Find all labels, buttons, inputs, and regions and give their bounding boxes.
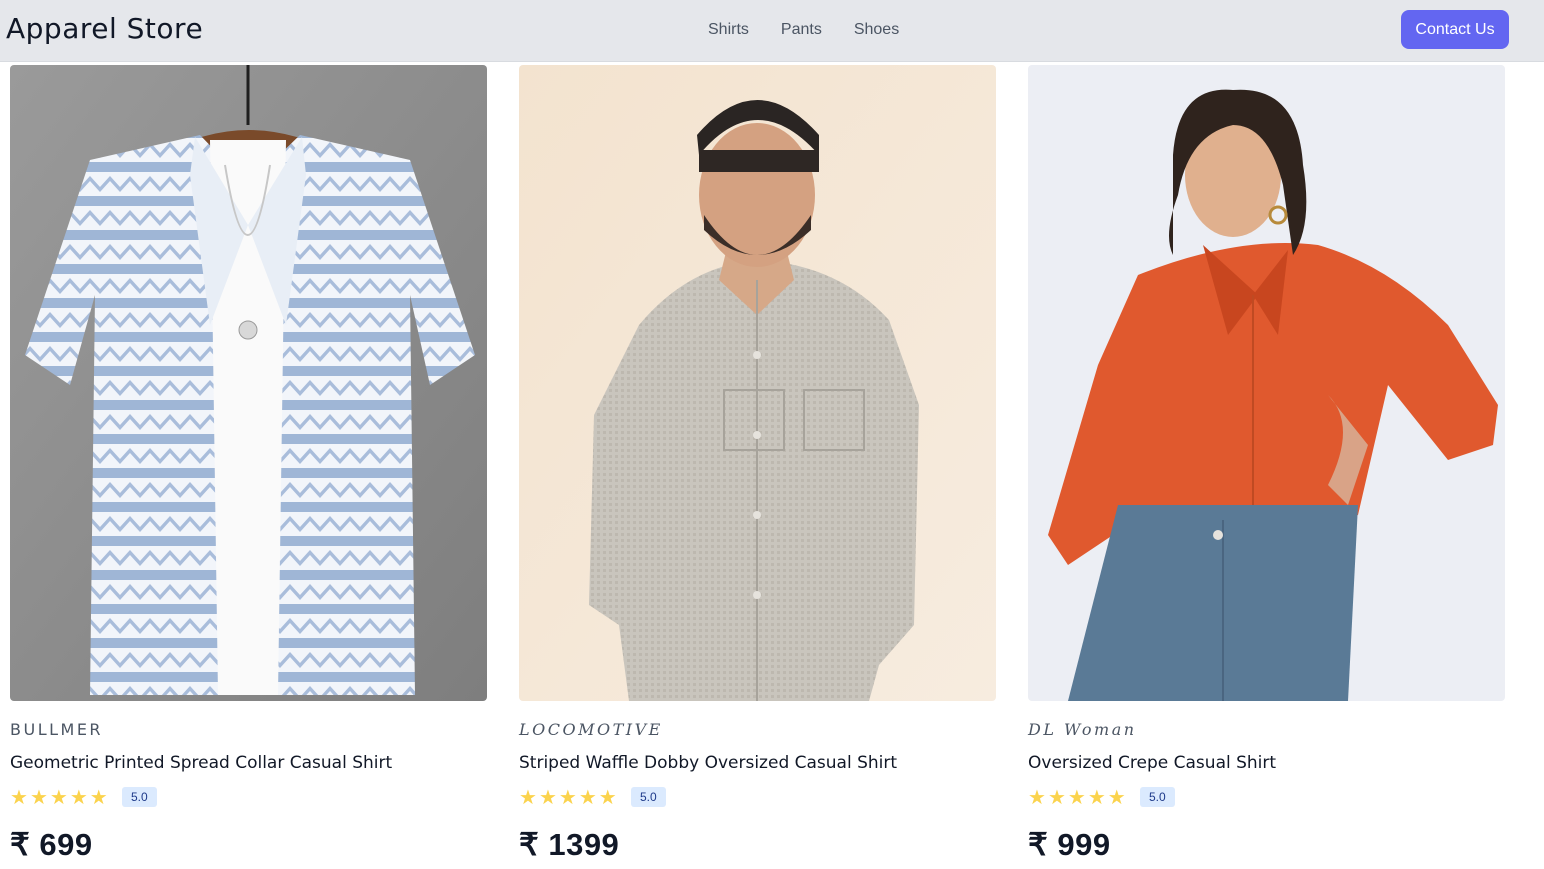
patterned-shirt-image[interactable] <box>10 65 487 701</box>
product-brand: DL Woman <box>1028 720 1137 739</box>
star-icon: ★ <box>1107 785 1126 809</box>
rating-badge: 5.0 <box>631 787 666 807</box>
star-rating: ★ ★ ★ ★ ★ <box>10 786 108 808</box>
star-icon: ★ <box>558 785 577 809</box>
star-icon: ★ <box>519 785 537 809</box>
product-price: ₹ 699 <box>10 827 93 862</box>
product-title[interactable]: Striped Waffle Dobby Oversized Casual Sh… <box>519 753 897 773</box>
product-title[interactable]: Oversized Crepe Casual Shirt <box>1028 753 1276 773</box>
rating-badge: 5.0 <box>122 787 157 807</box>
star-icon: ★ <box>49 785 68 809</box>
product-brand: BULLMER <box>10 720 104 739</box>
star-icon: ★ <box>598 785 617 809</box>
product-card[interactable]: LOCOMOTIVE Striped Waffle Dobby Oversize… <box>519 65 996 869</box>
star-icon: ★ <box>69 785 88 809</box>
star-icon: ★ <box>1087 785 1106 809</box>
woman-orange-shirt-image[interactable] <box>1028 65 1505 701</box>
nav-link-shoes[interactable]: Shoes <box>854 21 899 39</box>
nav-link-pants[interactable]: Pants <box>781 21 822 39</box>
product-brand: LOCOMOTIVE <box>519 720 663 739</box>
rating-badge: 5.0 <box>1140 787 1175 807</box>
product-card[interactable]: DL Woman Oversized Crepe Casual Shirt ★ … <box>1028 65 1505 869</box>
star-icon: ★ <box>538 785 557 809</box>
man-grey-shirt-image[interactable] <box>519 65 996 701</box>
star-rating: ★ ★ ★ ★ ★ <box>519 786 617 808</box>
contact-us-button[interactable]: Contact Us <box>1401 10 1509 49</box>
main-nav: Shirts Pants Shoes <box>708 21 899 39</box>
product-card[interactable]: BULLMER Geometric Printed Spread Collar … <box>10 65 487 869</box>
site-brand[interactable]: Apparel Store <box>6 12 203 45</box>
star-icon: ★ <box>10 785 28 809</box>
product-price: ₹ 1399 <box>519 827 620 862</box>
nav-link-shirts[interactable]: Shirts <box>708 21 749 39</box>
star-icon: ★ <box>578 785 597 809</box>
star-icon: ★ <box>1028 785 1046 809</box>
star-icon: ★ <box>29 785 48 809</box>
product-price: ₹ 999 <box>1028 827 1111 862</box>
star-icon: ★ <box>1067 785 1086 809</box>
star-icon: ★ <box>1047 785 1066 809</box>
star-rating: ★ ★ ★ ★ ★ <box>1028 786 1126 808</box>
navbar: Apparel Store Shirts Pants Shoes Contact… <box>0 0 1544 62</box>
star-icon: ★ <box>89 785 108 809</box>
product-title[interactable]: Geometric Printed Spread Collar Casual S… <box>10 753 392 773</box>
